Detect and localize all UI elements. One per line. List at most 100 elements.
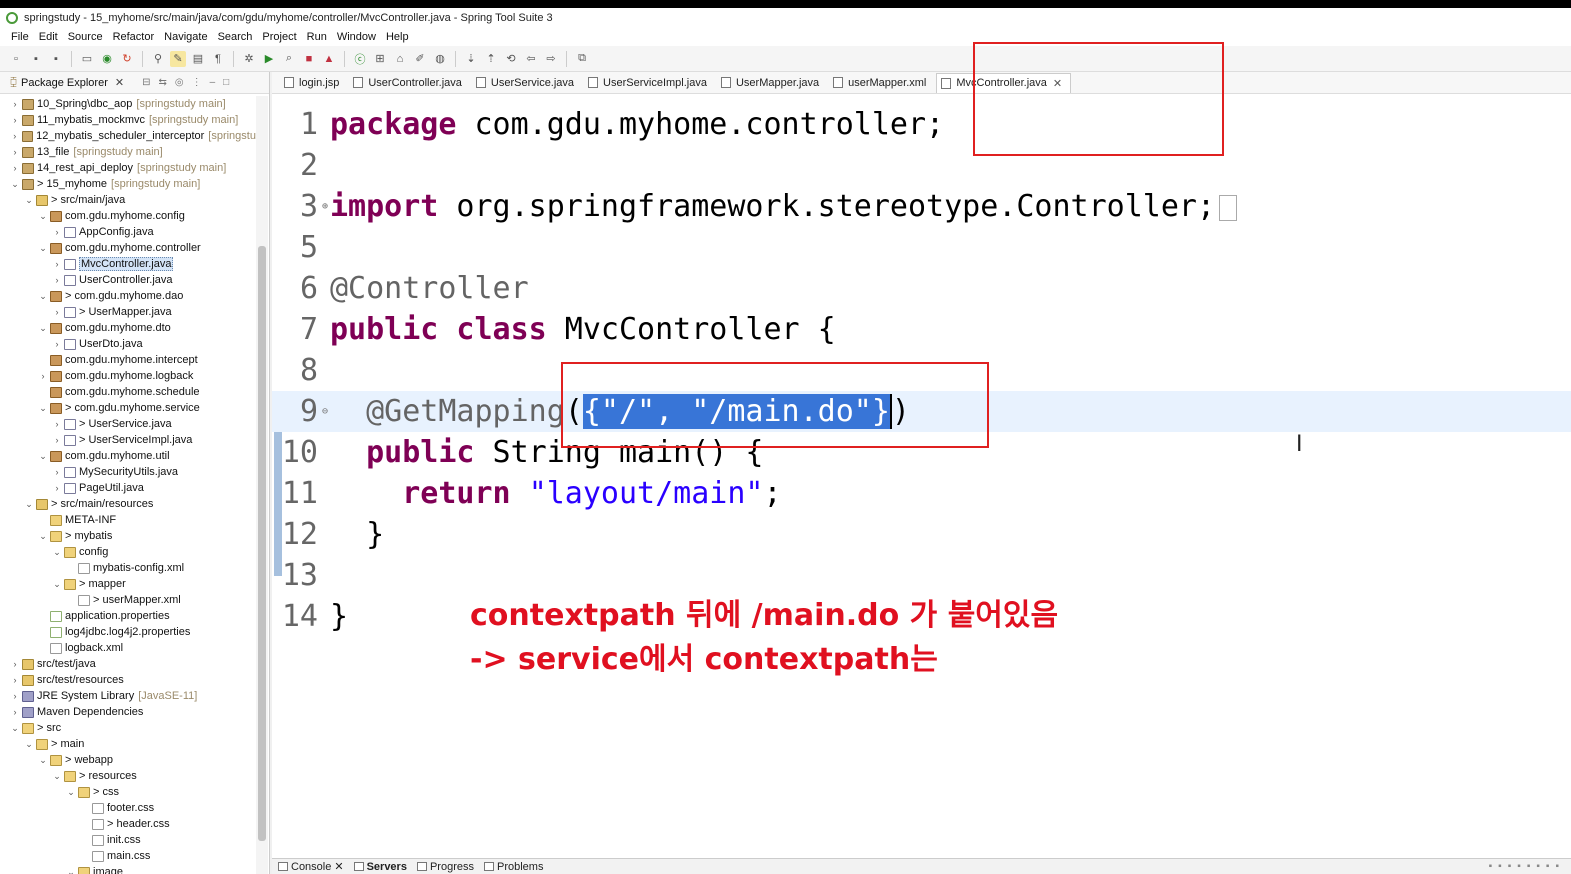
chevron-right-icon[interactable]: › [10,147,20,157]
chevron-right-icon[interactable]: › [38,371,48,381]
chevron-right-icon[interactable]: › [10,707,20,717]
chevron-down-icon[interactable]: ⌄ [10,723,20,734]
close-icon[interactable]: ✕ [334,860,343,873]
new-icon[interactable]: ▫ [8,51,24,67]
open-perspective-icon[interactable]: ⧉ [574,51,590,67]
tree-item[interactable]: › 10_Spring\dbc_aop [springstudy main] [0,96,256,112]
bottom-view-tab[interactable]: Progress [416,861,474,873]
editor-tab[interactable]: UserController.java [349,73,470,93]
chevron-right-icon[interactable]: › [52,259,62,269]
back-icon[interactable]: ⇦ [523,51,539,67]
chevron-down-icon[interactable]: ⌄ [24,739,34,750]
chevron-right-icon[interactable]: › [52,435,62,445]
tree-item[interactable]: footer.css [0,800,256,816]
editor-tab[interactable]: userMapper.xml [829,73,934,93]
editor-tab[interactable]: UserService.java [472,73,582,93]
browser-icon[interactable]: ◍ [432,51,448,67]
show-whitespace-icon[interactable]: ¶ [210,51,226,67]
chevron-down-icon[interactable]: ⌄ [52,579,62,590]
spring-boot-icon[interactable]: ◉ [99,51,115,67]
chevron-down-icon[interactable]: ⌄ [66,787,76,798]
chevron-down-icon[interactable]: ⌄ [38,531,48,542]
tree-item[interactable]: ⌄ config [0,544,256,560]
menu-help[interactable]: Help [381,31,414,43]
print-icon[interactable]: ▭ [79,51,95,67]
chevron-right-icon[interactable]: › [10,691,20,701]
bottom-view-tab[interactable]: Problems [483,861,543,873]
tree-item[interactable]: mybatis-config.xml [0,560,256,576]
chevron-right-icon[interactable]: › [10,115,20,125]
chevron-down-icon[interactable]: ⌄ [38,243,48,254]
tree-scrollbar-thumb[interactable] [258,246,266,841]
chevron-right-icon[interactable]: › [52,307,62,317]
tree-item[interactable]: › 11_mybatis_mockmvc [springstudy main] [0,112,256,128]
chevron-down-icon[interactable]: ⌄ [38,755,48,766]
forward-icon[interactable]: ⇨ [543,51,559,67]
code-editor[interactable]: 1 package com.gdu.myhome.controller; 2 3… [272,96,1571,874]
menu-window[interactable]: Window [332,31,381,43]
chevron-down-icon[interactable]: ⌄ [38,211,48,222]
start-server-icon[interactable]: ▪ [1489,861,1493,872]
tree-item[interactable]: > header.css [0,816,256,832]
chevron-down-icon[interactable]: ⌄ [38,451,48,462]
chevron-right-icon[interactable]: › [10,163,20,173]
chevron-down-icon[interactable]: ⌄ [52,547,62,558]
last-edit-icon[interactable]: ⟲ [503,51,519,67]
editor-tab[interactable]: UserMapper.java [717,73,827,93]
chevron-down-icon[interactable]: ⌄ [24,195,34,206]
tree-item[interactable]: › 13_file [springstudy main] [0,144,256,160]
stop-server-icon[interactable]: ▪ [1498,861,1502,872]
tree-item[interactable]: ⌄ > resources [0,768,256,784]
tree-item[interactable]: ⌄ > mybatis [0,528,256,544]
tree-item[interactable]: › UserDto.java [0,336,256,352]
tree-item[interactable]: ⌄ com.gdu.myhome.util [0,448,256,464]
menu-search[interactable]: Search [213,31,258,43]
tree-item[interactable]: ⌄ > com.gdu.myhome.dao [0,288,256,304]
tree-item[interactable]: ⌄ > css [0,784,256,800]
tree-item[interactable]: ⌄ > webapp [0,752,256,768]
chevron-down-icon[interactable]: ⌄ [10,179,20,190]
menu-project[interactable]: Project [257,31,301,43]
chevron-down-icon[interactable]: ⌄ [52,771,62,782]
folded-imports-box[interactable] [1219,194,1238,221]
open-task-icon[interactable]: ⌂ [392,51,408,67]
chevron-right-icon[interactable]: › [10,659,20,669]
focus-icon[interactable]: ◎ [175,77,184,88]
tree-item[interactable]: com.gdu.myhome.schedule [0,384,256,400]
minimize-icon[interactable]: ▪ [1546,861,1550,872]
close-icon[interactable]: ✕ [115,76,124,89]
disconnect-icon[interactable]: ▪ [1508,861,1512,872]
pin-icon[interactable]: ⚲ [150,51,166,67]
tree-item[interactable]: com.gdu.myhome.intercept [0,352,256,368]
tree-item[interactable]: ⌄ > mapper [0,576,256,592]
tree-item[interactable]: main.css [0,848,256,864]
tree-item[interactable]: › MySecurityUtils.java [0,464,256,480]
search-icon[interactable]: ⌕ [281,51,297,67]
external-tools-icon[interactable]: ▲ [321,51,337,67]
toggle-icon[interactable]: ▤ [190,51,206,67]
run-icon[interactable]: ▶ [261,51,277,67]
menu-navigate[interactable]: Navigate [159,31,212,43]
chevron-down-icon[interactable]: ⌄ [38,403,48,414]
tree-item[interactable]: ⌄ com.gdu.myhome.controller [0,240,256,256]
tree-item[interactable]: › src/test/resources [0,672,256,688]
chevron-right-icon[interactable]: › [10,99,20,109]
refresh-icon[interactable]: ↻ [119,51,135,67]
collapse-all-icon[interactable]: ⊟ [142,77,150,88]
tree-item[interactable]: ⌄ > main [0,736,256,752]
link-editor-icon[interactable]: ⇆ [158,77,166,88]
open-type-icon[interactable]: ⊞ [372,51,388,67]
tree-item[interactable]: ⌄ image [0,864,256,874]
new-class-icon[interactable]: ⓒ [352,51,368,67]
chevron-right-icon[interactable]: › [52,419,62,429]
tree-item[interactable]: ⌄ > src [0,720,256,736]
tree-scrollbar[interactable] [256,96,268,874]
chevron-right-icon[interactable]: › [52,275,62,285]
next-annotation-icon[interactable]: ⇣ [463,51,479,67]
editor-tab[interactable]: login.jsp [280,73,347,93]
menu-source[interactable]: Source [63,31,108,43]
tree-item[interactable]: › AppConfig.java [0,224,256,240]
tree-item[interactable]: ⌄ > com.gdu.myhome.service [0,400,256,416]
tree-item[interactable]: application.properties [0,608,256,624]
chevron-down-icon[interactable]: ⌄ [24,499,34,510]
